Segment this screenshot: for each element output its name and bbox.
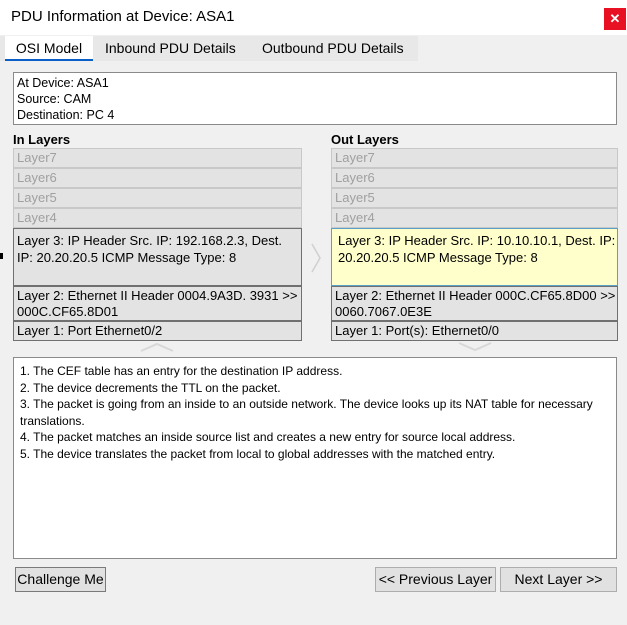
in-layer6[interactable]: Layer6 [13, 168, 302, 188]
device-label: At Device: ASA1 [17, 76, 109, 90]
note-item: 2. The device decrements the TTL on the … [20, 380, 281, 395]
out-scroll-down-icon [458, 342, 492, 352]
in-layer5[interactable]: Layer5 [13, 188, 302, 208]
previous-layer-button[interactable]: << Previous Layer [375, 567, 496, 592]
title-bar: PDU Information at Device: ASA1 ✕ [0, 0, 627, 35]
out-layer4[interactable]: Layer4 [331, 208, 618, 228]
device-info-box: At Device: ASA1 Source: CAM Destination:… [13, 72, 617, 125]
next-layer-button[interactable]: Next Layer >> [500, 567, 617, 592]
tab-bar: OSI Model Inbound PDU Details Outbound P… [0, 36, 627, 61]
window-edge-mark [0, 253, 3, 259]
out-layer3[interactable]: Layer 3: IP Header Src. IP: 10.10.10.1, … [331, 228, 618, 286]
destination-label: Destination: PC 4 [17, 108, 115, 122]
transfer-arrow-icon [311, 243, 321, 273]
out-layer7[interactable]: Layer7 [331, 148, 618, 168]
in-layer4[interactable]: Layer4 [13, 208, 302, 228]
in-layers-heading: In Layers [13, 132, 71, 147]
out-layer5[interactable]: Layer5 [331, 188, 618, 208]
layer-notes-box: 1. The CEF table has an entry for the de… [13, 357, 617, 559]
out-layer6[interactable]: Layer6 [331, 168, 618, 188]
window-title: PDU Information at Device: ASA1 [11, 8, 235, 25]
in-layer1[interactable]: Layer 1: Port Ethernet0/2 [13, 321, 302, 341]
in-layer3[interactable]: Layer 3: IP Header Src. IP: 192.168.2.3,… [13, 228, 302, 286]
out-layers-heading: Out Layers [331, 132, 399, 147]
note-item: 5. The device translates the packet from… [20, 446, 496, 461]
in-layer2[interactable]: Layer 2: Ethernet II Header 0004.9A3D. 3… [13, 286, 302, 321]
note-item: 1. The CEF table has an entry for the de… [20, 364, 343, 378]
out-layer1[interactable]: Layer 1: Port(s): Ethernet0/0 [331, 321, 618, 341]
challenge-me-button[interactable]: Challenge Me [15, 567, 106, 592]
close-button[interactable]: ✕ [604, 8, 626, 30]
tab-inbound-pdu-details[interactable]: Inbound PDU Details [105, 36, 236, 61]
source-label: Source: CAM [17, 92, 92, 106]
close-icon: ✕ [609, 11, 621, 26]
tab-outbound-pdu-details[interactable]: Outbound PDU Details [262, 36, 404, 61]
tab-osi-model[interactable]: OSI Model [5, 36, 93, 61]
pdu-info-window: PDU Information at Device: ASA1 ✕ OSI Mo… [0, 0, 627, 625]
in-layer7[interactable]: Layer7 [13, 148, 302, 168]
in-scroll-up-icon [140, 342, 174, 352]
note-item: 3. The packet is going from an inside to… [20, 397, 593, 428]
note-item: 4. The packet matches an inside source l… [20, 430, 516, 444]
out-layer2[interactable]: Layer 2: Ethernet II Header 000C.CF65.8D… [331, 286, 618, 321]
